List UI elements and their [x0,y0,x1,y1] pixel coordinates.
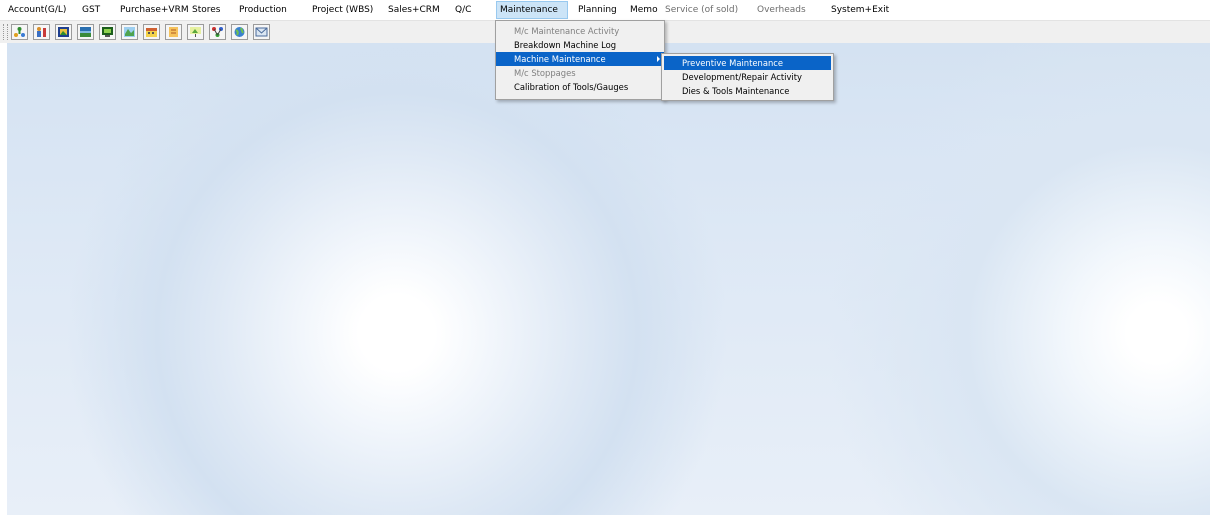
menu-production[interactable]: Production [236,2,290,18]
menu-bar: Account(G/L) GST Purchase+VRM Stores Pro… [0,0,1210,21]
monitor-icon[interactable] [99,24,116,40]
menu-item-calibration-tools-gauges[interactable]: Calibration of Tools/Gauges [496,80,664,94]
submenu-arrow-icon [657,56,660,62]
envelope-icon[interactable] [253,24,270,40]
menu-project-wbs[interactable]: Project (WBS) [309,2,376,18]
menu-item-machine-maintenance[interactable]: Machine Maintenance [496,52,664,66]
menu-qc[interactable]: Q/C [452,2,474,18]
menu-account-gl[interactable]: Account(G/L) [5,2,69,18]
menu-gst[interactable]: GST [79,2,103,18]
notes-icon[interactable] [165,24,182,40]
picture-frame-icon[interactable] [55,24,72,40]
menu-item-dies-tools-maintenance[interactable]: Dies & Tools Maintenance [664,84,831,98]
menu-maintenance[interactable]: Maintenance [496,1,568,19]
toolbar-grip[interactable] [3,24,8,40]
menu-service-of-sold[interactable]: Service (of sold) [662,2,741,18]
menu-stores[interactable]: Stores [189,2,223,18]
menu-item-mc-stoppages[interactable]: M/c Stoppages [496,66,664,80]
people-tree-icon[interactable] [11,24,28,40]
menu-memo[interactable]: Memo [627,2,661,18]
menu-purchase-vrm[interactable]: Purchase+VRM [117,2,192,18]
presentation-icon[interactable] [187,24,204,40]
menu-item-preventive-maintenance[interactable]: Preventive Maintenance [664,56,831,70]
machine-maintenance-submenu: Preventive Maintenance Development/Repai… [661,53,834,101]
calendar-icon[interactable] [143,24,160,40]
user-chart-icon[interactable] [33,24,50,40]
menu-item-machine-maintenance-label: Machine Maintenance [514,54,606,64]
maintenance-menu: M/c Maintenance Activity Breakdown Machi… [495,20,665,100]
menu-item-development-repair-activity[interactable]: Development/Repair Activity [664,70,831,84]
menu-system-exit[interactable]: System+Exit [828,2,892,18]
map-icon[interactable] [121,24,138,40]
menu-overheads[interactable]: Overheads [754,2,809,18]
menu-item-breakdown-machine-log[interactable]: Breakdown Machine Log [496,38,664,52]
menu-sales-crm[interactable]: Sales+CRM [385,2,443,18]
menu-item-mc-maintenance-activity[interactable]: M/c Maintenance Activity [496,24,664,38]
menu-planning[interactable]: Planning [575,2,620,18]
landscape-icon[interactable] [77,24,94,40]
globe-icon[interactable] [231,24,248,40]
network-icon[interactable] [209,24,226,40]
mdi-client-area [7,43,1210,515]
